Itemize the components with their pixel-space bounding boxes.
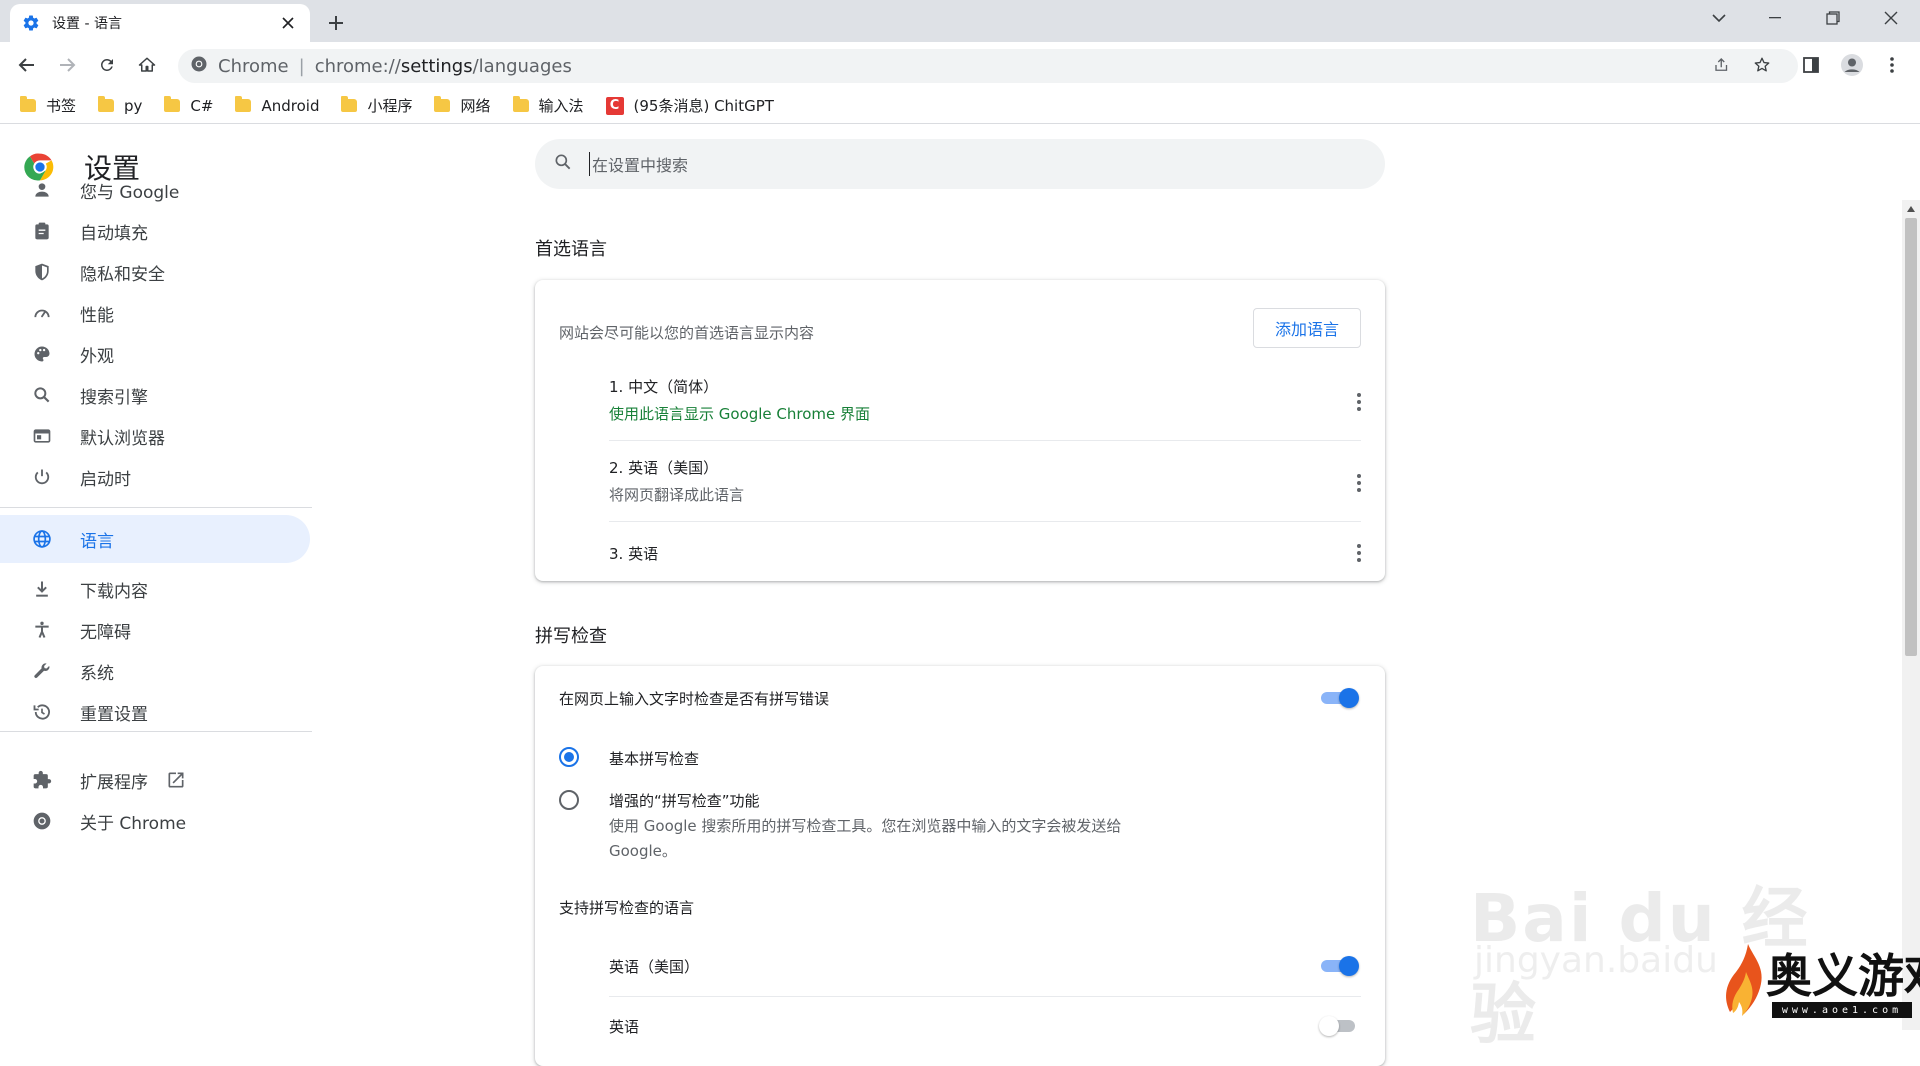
- enhanced-spellcheck-label: 增强的“拼写检查”功能: [609, 792, 760, 810]
- tab-search-button[interactable]: [1690, 0, 1748, 36]
- forward-button[interactable]: [53, 51, 81, 79]
- bookmark-link[interactable]: C (95条消息) ChitGPT: [605, 95, 774, 116]
- search-icon: [30, 383, 54, 407]
- row-divider: [609, 996, 1361, 997]
- reload-button[interactable]: [93, 51, 121, 79]
- speedometer-icon: [30, 301, 54, 325]
- profile-avatar[interactable]: [1838, 51, 1866, 79]
- chrome-icon: [30, 809, 54, 833]
- bookmark-folder[interactable]: C#: [164, 96, 213, 115]
- enhanced-spellcheck-radio[interactable]: [559, 790, 579, 810]
- minimize-button[interactable]: [1746, 0, 1804, 36]
- folder-icon: [164, 96, 181, 112]
- bookmark-folder[interactable]: 书签: [20, 95, 76, 116]
- spellcheck-card: 在网页上输入文字时检查是否有拼写错误 基本拼写检查 增强的“拼写检查”功能 使用…: [535, 666, 1385, 1066]
- language-more-actions-icon[interactable]: [1347, 390, 1371, 414]
- search-placeholder: 在设置中搜索: [589, 152, 688, 176]
- language-more-actions-icon[interactable]: [1347, 541, 1371, 565]
- preferred-languages-description: 网站会尽可能以您的首选语言显示内容: [559, 324, 815, 342]
- basic-spellcheck-label: 基本拼写检查: [609, 750, 700, 768]
- open-in-new-icon: [166, 770, 186, 790]
- spellcheck-languages-heading: 支持拼写检查的语言: [559, 899, 695, 917]
- accessibility-icon: [30, 618, 54, 642]
- back-button[interactable]: [13, 51, 41, 79]
- side-panel-icon[interactable]: [1797, 51, 1825, 79]
- sidebar-item-about-chrome[interactable]: 关于 Chrome: [0, 797, 310, 845]
- url-text: chrome://settings/languages: [314, 55, 572, 77]
- spellcheck-toggle[interactable]: [1319, 688, 1359, 708]
- basic-spellcheck-radio[interactable]: [559, 747, 579, 767]
- address-bar[interactable]: Chrome | chrome://settings/languages: [178, 49, 1798, 83]
- language-row: 1. 中文（简体） 使用此语言显示 Google Chrome 界面: [609, 376, 1361, 441]
- gear-icon: [22, 14, 40, 32]
- new-tab-button[interactable]: [322, 9, 350, 37]
- tab-strip: 设置 - 语言: [0, 0, 1920, 42]
- globe-icon: [30, 527, 54, 551]
- folder-icon: [235, 96, 252, 112]
- divider: |: [298, 55, 305, 77]
- wrench-icon: [30, 659, 54, 683]
- preferred-languages-card: 网站会尽可能以您的首选语言显示内容 添加语言 1. 中文（简体） 使用此语言显示…: [535, 280, 1385, 581]
- spellcheck-heading: 拼写检查: [535, 626, 607, 647]
- bookmark-folder[interactable]: 输入法: [512, 95, 584, 116]
- clipboard-icon: [30, 219, 54, 243]
- spellcheck-language-toggle[interactable]: [1319, 956, 1359, 976]
- folder-icon: [98, 96, 115, 112]
- folder-icon: [341, 96, 358, 112]
- site-chip: Chrome: [218, 55, 289, 77]
- page-scrollbar[interactable]: [1902, 200, 1920, 1030]
- shield-icon: [30, 260, 54, 284]
- scroll-up-arrow-icon[interactable]: [1907, 206, 1915, 212]
- palette-icon: [30, 342, 54, 366]
- folder-icon: [512, 96, 529, 112]
- sidebar-divider: [0, 731, 312, 732]
- language-row: 2. 英语（美国） 将网页翻译成此语言: [609, 457, 1361, 522]
- scrollbar-thumb[interactable]: [1905, 218, 1917, 656]
- add-language-button[interactable]: 添加语言: [1253, 308, 1361, 348]
- bookmarks-bar: 书签 py C# Android 小程序 网络 输入法 C (95条消息) Chi…: [0, 88, 1920, 124]
- close-window-button[interactable]: [1862, 0, 1920, 36]
- sidebar-item-on-startup[interactable]: 启动时: [0, 453, 310, 501]
- tab-settings[interactable]: 设置 - 语言: [10, 4, 310, 42]
- chrome-icon: [190, 55, 208, 77]
- settings-sidebar: 设置 您与 Google 自动填充 隐私和安全 性能 外观 搜索引擎 默认浏览器…: [0, 125, 320, 1030]
- tab-title: 设置 - 语言: [52, 16, 122, 32]
- folder-icon: [20, 96, 36, 112]
- bookmark-star-icon[interactable]: [1748, 51, 1776, 79]
- folder-icon: [434, 96, 451, 112]
- menu-kebab-icon[interactable]: [1878, 51, 1906, 79]
- search-icon: [553, 152, 573, 176]
- close-icon[interactable]: [278, 13, 298, 33]
- spellcheck-language-label: 英语（美国）: [609, 958, 700, 976]
- site-favicon-icon: C: [605, 96, 624, 115]
- download-icon: [30, 577, 54, 601]
- sidebar-item-reset[interactable]: 重置设置: [0, 688, 310, 736]
- spellcheck-language-label: 英语: [609, 1018, 640, 1036]
- language-row: 3. 英语: [609, 545, 659, 563]
- home-button[interactable]: [133, 51, 161, 79]
- spellcheck-toggle-label: 在网页上输入文字时检查是否有拼写错误: [559, 690, 830, 708]
- sidebar-divider: [0, 507, 312, 508]
- person-icon: [30, 178, 54, 202]
- share-icon[interactable]: [1708, 51, 1736, 79]
- spellcheck-language-toggle[interactable]: [1319, 1016, 1359, 1036]
- bookmark-folder[interactable]: 小程序: [341, 95, 412, 116]
- power-icon: [30, 465, 54, 489]
- bookmark-folder[interactable]: Android: [235, 96, 319, 115]
- language-more-actions-icon[interactable]: [1347, 471, 1371, 495]
- enhanced-spellcheck-description: Google。: [609, 842, 677, 860]
- bookmark-folder[interactable]: 网络: [434, 95, 491, 116]
- bookmark-folder[interactable]: py: [98, 96, 142, 115]
- toolbar: Chrome | chrome://settings/languages: [0, 42, 1920, 88]
- enhanced-spellcheck-description: 使用 Google 搜索所用的拼写检查工具。您在浏览器中输入的文字会被发送给: [609, 817, 1122, 835]
- puzzle-icon: [30, 768, 54, 792]
- browser-icon: [30, 424, 54, 448]
- sidebar-item-languages[interactable]: 语言: [0, 515, 310, 563]
- flame-logo-icon: [1726, 944, 1762, 1016]
- history-icon: [30, 700, 54, 724]
- preferred-languages-heading: 首选语言: [535, 239, 607, 260]
- restore-button[interactable]: [1804, 0, 1862, 36]
- settings-search-input[interactable]: 在设置中搜索: [535, 139, 1385, 189]
- aoe-watermark: 奥义游戏网 www.aoe1.com: [1722, 940, 1920, 1030]
